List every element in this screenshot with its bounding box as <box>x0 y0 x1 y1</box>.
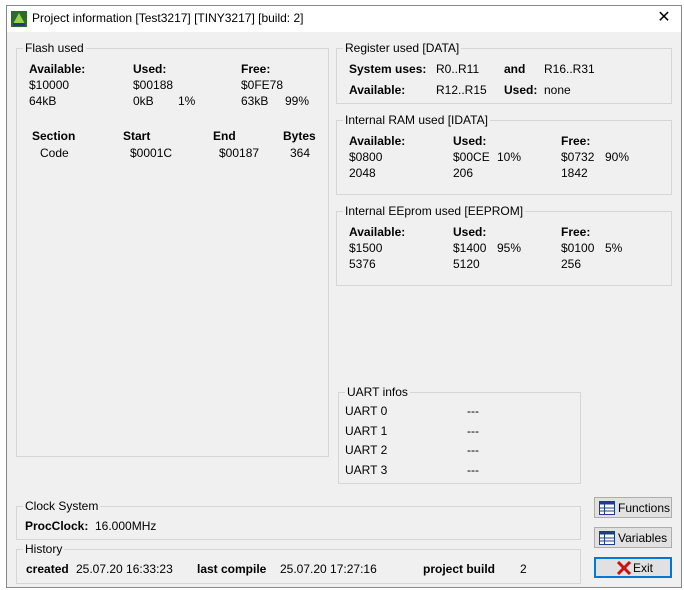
functions-button[interactable]: Functions <box>594 497 672 518</box>
flash-free-hex: $0FE78 <box>241 78 284 92</box>
flash-used-label: Used: <box>133 62 167 76</box>
ram-legend: Internal RAM used [IDATA] <box>343 113 490 127</box>
eeprom-used-group: Internal EEprom used [EEPROM] Available:… <box>336 204 672 286</box>
uart-2-label: UART 2 <box>345 443 388 457</box>
proc-clock-label: ProcClock: <box>25 519 89 533</box>
ram-used-label: Used: <box>453 134 487 148</box>
eeprom-used-dec: 5120 <box>453 257 480 271</box>
system-uses-label: System uses: <box>349 62 427 76</box>
flash-available-kb: 64kB <box>29 94 57 108</box>
clock-legend: Clock System <box>23 499 101 513</box>
system-uses-1: R0..R11 <box>436 62 480 76</box>
col-section: Section <box>32 129 76 143</box>
ram-free-hex: $0732 <box>561 150 595 164</box>
registers-available-value: R12..R15 <box>436 83 487 97</box>
last-compile-value: 25.07.20 17:27:16 <box>280 562 377 576</box>
exit-button-label: Exit <box>633 561 654 575</box>
window-title: Project information [Test3217] [TINY3217… <box>32 11 304 25</box>
uart-infos-group: UART infos UART 0 --- UART 1 --- UART 2 … <box>338 385 581 484</box>
ram-free-label: Free: <box>561 134 591 148</box>
project-info-dialog: Project information [Test3217] [TINY3217… <box>6 5 682 588</box>
app-icon <box>11 11 27 27</box>
eeprom-used-label: Used: <box>453 225 487 239</box>
uart-3-label: UART 3 <box>345 463 388 477</box>
uart-1-value: --- <box>467 424 479 438</box>
variables-button-label: Variables <box>618 531 668 545</box>
eeprom-free-dec: 256 <box>561 257 582 271</box>
eeprom-used-pct: 95% <box>497 241 522 255</box>
project-build-label: project build <box>423 562 495 576</box>
flash-free-kb: 63kB <box>241 94 269 108</box>
col-bytes: Bytes <box>283 129 316 143</box>
and-label: and <box>504 62 526 76</box>
uart-legend: UART infos <box>345 385 410 399</box>
eeprom-available-label: Available: <box>349 225 406 239</box>
eeprom-free-label: Free: <box>561 225 591 239</box>
row-end: $00187 <box>219 146 260 160</box>
table-icon <box>599 501 615 515</box>
eeprom-used-hex: $1400 <box>453 241 487 255</box>
close-icon[interactable]: ✕ <box>655 9 673 27</box>
row-bytes: 364 <box>290 146 311 160</box>
flash-available-hex: $10000 <box>29 78 70 92</box>
title-bar[interactable]: Project information [Test3217] [TINY3217… <box>7 6 681 32</box>
col-start: Start <box>123 129 151 143</box>
flash-used-kb: 0kB <box>133 94 154 108</box>
flash-used-pct: 1% <box>178 94 196 108</box>
table-icon <box>599 531 615 545</box>
eeprom-free-pct: 5% <box>605 241 623 255</box>
eeprom-available-hex: $1500 <box>349 241 383 255</box>
flash-available-label: Available: <box>29 62 86 76</box>
functions-button-label: Functions <box>618 501 671 515</box>
system-uses-2: R16..R31 <box>544 62 595 76</box>
ram-available-dec: 2048 <box>349 166 376 180</box>
created-label: created <box>26 562 69 576</box>
registers-available-label: Available: <box>349 83 406 97</box>
project-build-value: 2 <box>520 562 527 576</box>
ram-available-hex: $0800 <box>349 150 383 164</box>
created-value: 25.07.20 16:33:23 <box>76 562 173 576</box>
ram-available-label: Available: <box>349 134 406 148</box>
row-start: $0001C <box>130 146 173 160</box>
registers-used-value: none <box>544 83 571 97</box>
red-x-icon <box>616 561 632 575</box>
ram-used-dec: 206 <box>453 166 474 180</box>
uart-2-value: --- <box>467 443 479 457</box>
ram-used-pct: 10% <box>497 150 522 164</box>
variables-button[interactable]: Variables <box>594 527 672 548</box>
uart-0-value: --- <box>467 404 479 418</box>
row-section: Code <box>40 146 69 160</box>
registers-used-label: Used: <box>504 83 538 97</box>
flash-used-group: Flash used Available: Used: Free: $10000… <box>16 41 329 457</box>
flash-used-hex: $00188 <box>133 78 174 92</box>
col-end: End <box>213 129 236 143</box>
ram-free-dec: 1842 <box>561 166 588 180</box>
history-legend: History <box>23 542 65 556</box>
flash-free-label: Free: <box>241 62 271 76</box>
eeprom-available-dec: 5376 <box>349 257 376 271</box>
history-group: History created 25.07.20 16:33:23 last c… <box>16 542 581 584</box>
uart-3-value: --- <box>467 463 479 477</box>
ram-used-group: Internal RAM used [IDATA] Available: Use… <box>336 113 672 195</box>
exit-button[interactable]: Exit <box>594 557 672 578</box>
uart-1-label: UART 1 <box>345 424 388 438</box>
ram-used-hex: $00CE <box>453 150 490 164</box>
eeprom-legend: Internal EEprom used [EEPROM] <box>343 204 526 218</box>
flash-free-pct: 99% <box>285 94 310 108</box>
ram-free-pct: 90% <box>605 150 630 164</box>
register-legend: Register used [DATA] <box>343 41 462 55</box>
last-compile-label: last compile <box>197 562 267 576</box>
eeprom-free-hex: $0100 <box>561 241 595 255</box>
proc-clock-value: 16.000MHz <box>95 519 157 533</box>
flash-legend: Flash used <box>23 41 86 55</box>
uart-0-label: UART 0 <box>345 404 388 418</box>
clock-system-group: Clock System ProcClock: 16.000MHz <box>16 499 581 540</box>
register-used-group: Register used [DATA] System uses: R0..R1… <box>336 41 672 104</box>
